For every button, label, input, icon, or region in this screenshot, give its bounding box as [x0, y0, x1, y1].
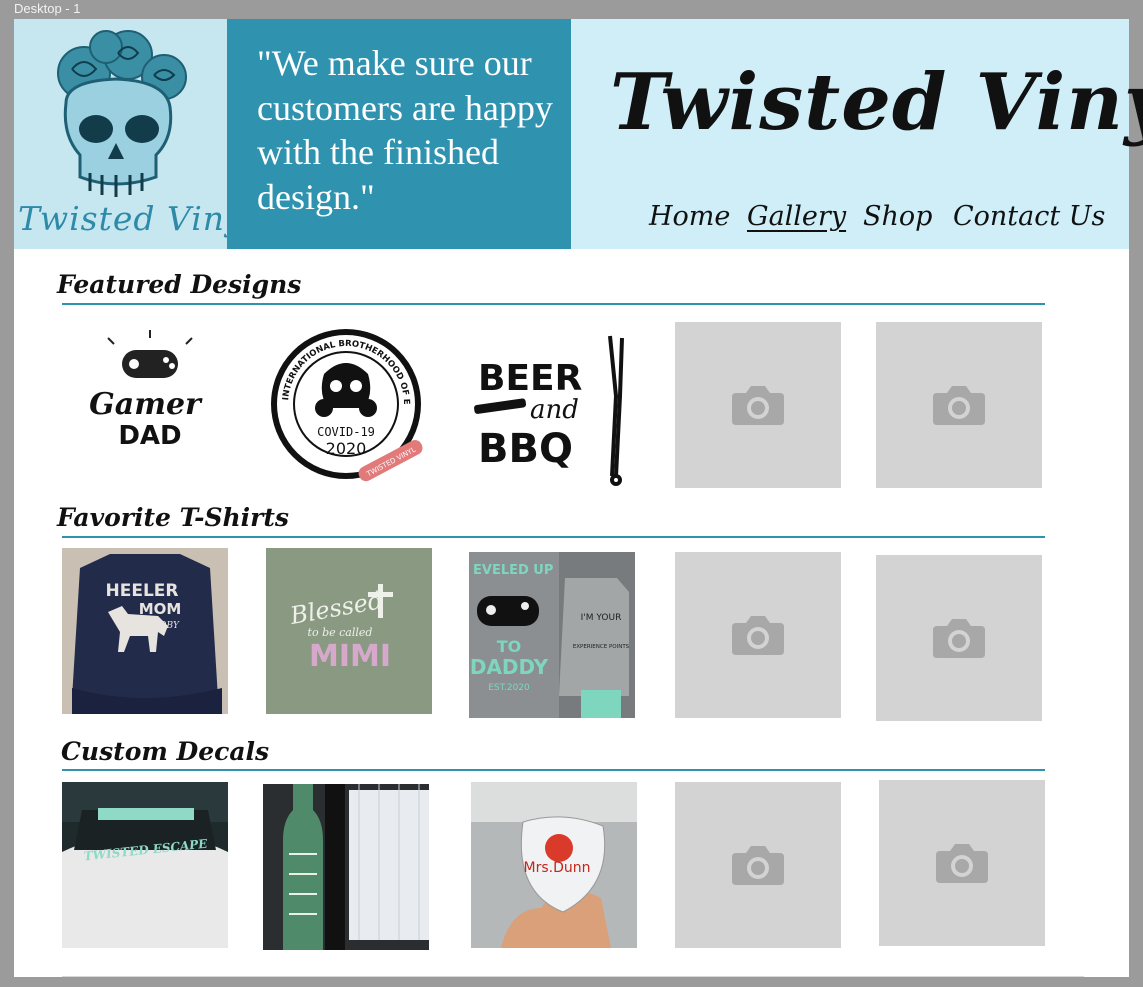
tongs-icon	[608, 335, 624, 486]
design-gamer-dad[interactable]: Gamer DAD	[62, 322, 228, 488]
design-text-dad: DAD	[118, 421, 181, 451]
camera-icon	[732, 846, 784, 885]
section-divider	[62, 536, 1045, 538]
artboard-label: Desktop - 1	[14, 1, 81, 16]
image-placeholder[interactable]	[675, 552, 841, 718]
site-title: Twisted Vinyl	[610, 57, 1143, 148]
gamepad-icon	[107, 330, 193, 378]
shirt-text-to: TO	[497, 637, 522, 656]
logo-text: Twisted Vinyl	[18, 199, 257, 238]
camera-icon	[732, 386, 784, 425]
photo-blessed-mimi-shirt[interactable]: Blessed to be called MIMI	[266, 548, 432, 714]
design-text-bbq: BBQ	[478, 426, 573, 472]
desktop-artboard: Twisted Vinyl "We make sure our customer…	[14, 19, 1143, 977]
nav-contact-us[interactable]: Contact Us	[953, 201, 1105, 232]
section-title-custom-decals: Custom Decals	[61, 737, 270, 766]
design-covid-badge[interactable]: INTERNATIONAL BROTHERHOOD OF ESSENTIAL W…	[264, 322, 430, 488]
site-header: Twisted Vinyl "We make sure our customer…	[14, 19, 1143, 249]
bottle-icon	[474, 398, 527, 414]
image-placeholder[interactable]	[879, 780, 1045, 946]
shirt-text-mimi: MIMI	[309, 639, 391, 674]
nav-shop[interactable]: Shop	[863, 201, 932, 232]
design-text-and: and	[530, 395, 579, 425]
section-divider	[62, 303, 1045, 305]
image-placeholder[interactable]	[675, 782, 841, 948]
photo-wine-glass-decal[interactable]: Mrs.Dunn	[471, 782, 637, 948]
footer-divider	[62, 976, 1084, 977]
shirt-text-to-be-called: to be called	[308, 626, 373, 639]
photo-leveled-up-daddy-shirt[interactable]: EVELED UP TO DADDY EST.2020 I'M YOUR EXP…	[469, 552, 635, 718]
shirt-text-heeler: HEELER	[106, 581, 179, 601]
badge-covid-text: COVID-19	[317, 425, 375, 439]
skull-roses-icon	[57, 30, 187, 197]
shirt-text-eveled-up: EVELED UP	[473, 563, 553, 578]
camera-icon	[732, 616, 784, 655]
section-divider	[62, 769, 1045, 771]
photo-windshield-decal[interactable]: TWISTED ESCAPE	[62, 782, 228, 948]
badge-year-text: 2020	[326, 439, 367, 458]
nav-home[interactable]: Home	[649, 201, 730, 232]
camera-icon	[933, 619, 985, 658]
section-title-featured-designs: Featured Designs	[57, 270, 302, 299]
cross-icon	[378, 584, 383, 618]
gamepad-icon	[477, 596, 539, 626]
design-beer-bbq[interactable]: BEER and BBQ	[468, 322, 634, 488]
section-title-favorite-t-shirts: Favorite T-Shirts	[57, 503, 289, 532]
design-text-gamer: Gamer	[89, 387, 203, 422]
camera-icon	[936, 844, 988, 883]
shirt-text-est: EST.2020	[488, 683, 530, 693]
decal-text-mrs-dunn: Mrs.Dunn	[524, 860, 591, 876]
tagline-banner: "We make sure our customers are happy wi…	[227, 19, 571, 249]
image-placeholder[interactable]	[675, 322, 841, 488]
photo-wine-bottle-decal[interactable]	[263, 784, 429, 950]
tagline-quote: "We make sure our customers are happy wi…	[257, 43, 553, 217]
onesie-text-im-your: I'M YOUR	[581, 613, 622, 623]
photo-heeler-mom-shirt[interactable]: HEELER MOM TOBY	[62, 548, 228, 714]
onesie-text-experience: EXPERIENCE POINTS	[573, 644, 630, 650]
apple-icon	[545, 834, 573, 862]
nav-gallery[interactable]: Gallery	[747, 201, 846, 232]
design-text-beer: BEER	[478, 358, 582, 399]
logo[interactable]: Twisted Vinyl	[14, 19, 255, 249]
image-placeholder[interactable]	[876, 322, 1042, 488]
image-placeholder[interactable]	[876, 555, 1042, 721]
camera-icon	[933, 386, 985, 425]
shirt-text-daddy: DADDY	[470, 655, 549, 679]
